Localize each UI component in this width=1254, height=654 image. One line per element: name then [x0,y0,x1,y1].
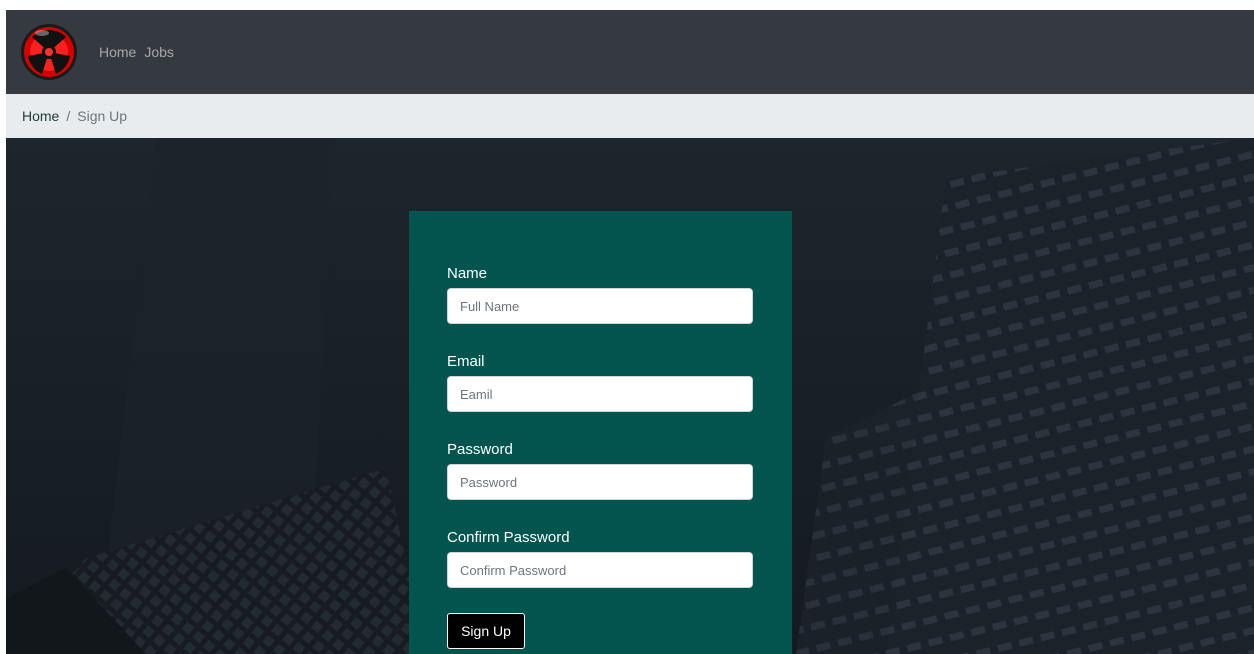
nav-links: Home Jobs [99,10,182,94]
name-input[interactable] [447,288,753,324]
breadcrumb-home-link[interactable]: Home [22,108,59,124]
breadcrumb: Home / Sign Up [6,94,1254,138]
breadcrumb-current: Sign Up [77,108,128,124]
email-input[interactable] [447,376,753,412]
nav-link-home[interactable]: Home [99,44,136,60]
nav-link-jobs[interactable]: Jobs [144,44,174,60]
email-label: Email [447,353,485,370]
signup-form: Name Email Password Confirm Password Sig… [409,211,792,654]
name-label: Name [447,265,488,282]
navbar: Home Jobs [6,10,1254,94]
password-label: Password [447,441,513,458]
confirm-password-label: Confirm Password [447,529,570,546]
hero-background: Name Email Password Confirm Password Sig… [6,138,1254,654]
page: Home Jobs Home / Sign Up Name Full Name … [6,10,1254,654]
breadcrumb-separator: / [66,108,71,124]
logo-icon[interactable] [20,23,78,81]
sign-up-button[interactable]: Sign Up [447,613,525,649]
password-input[interactable] [447,464,753,500]
confirm-password-input[interactable] [447,552,753,588]
